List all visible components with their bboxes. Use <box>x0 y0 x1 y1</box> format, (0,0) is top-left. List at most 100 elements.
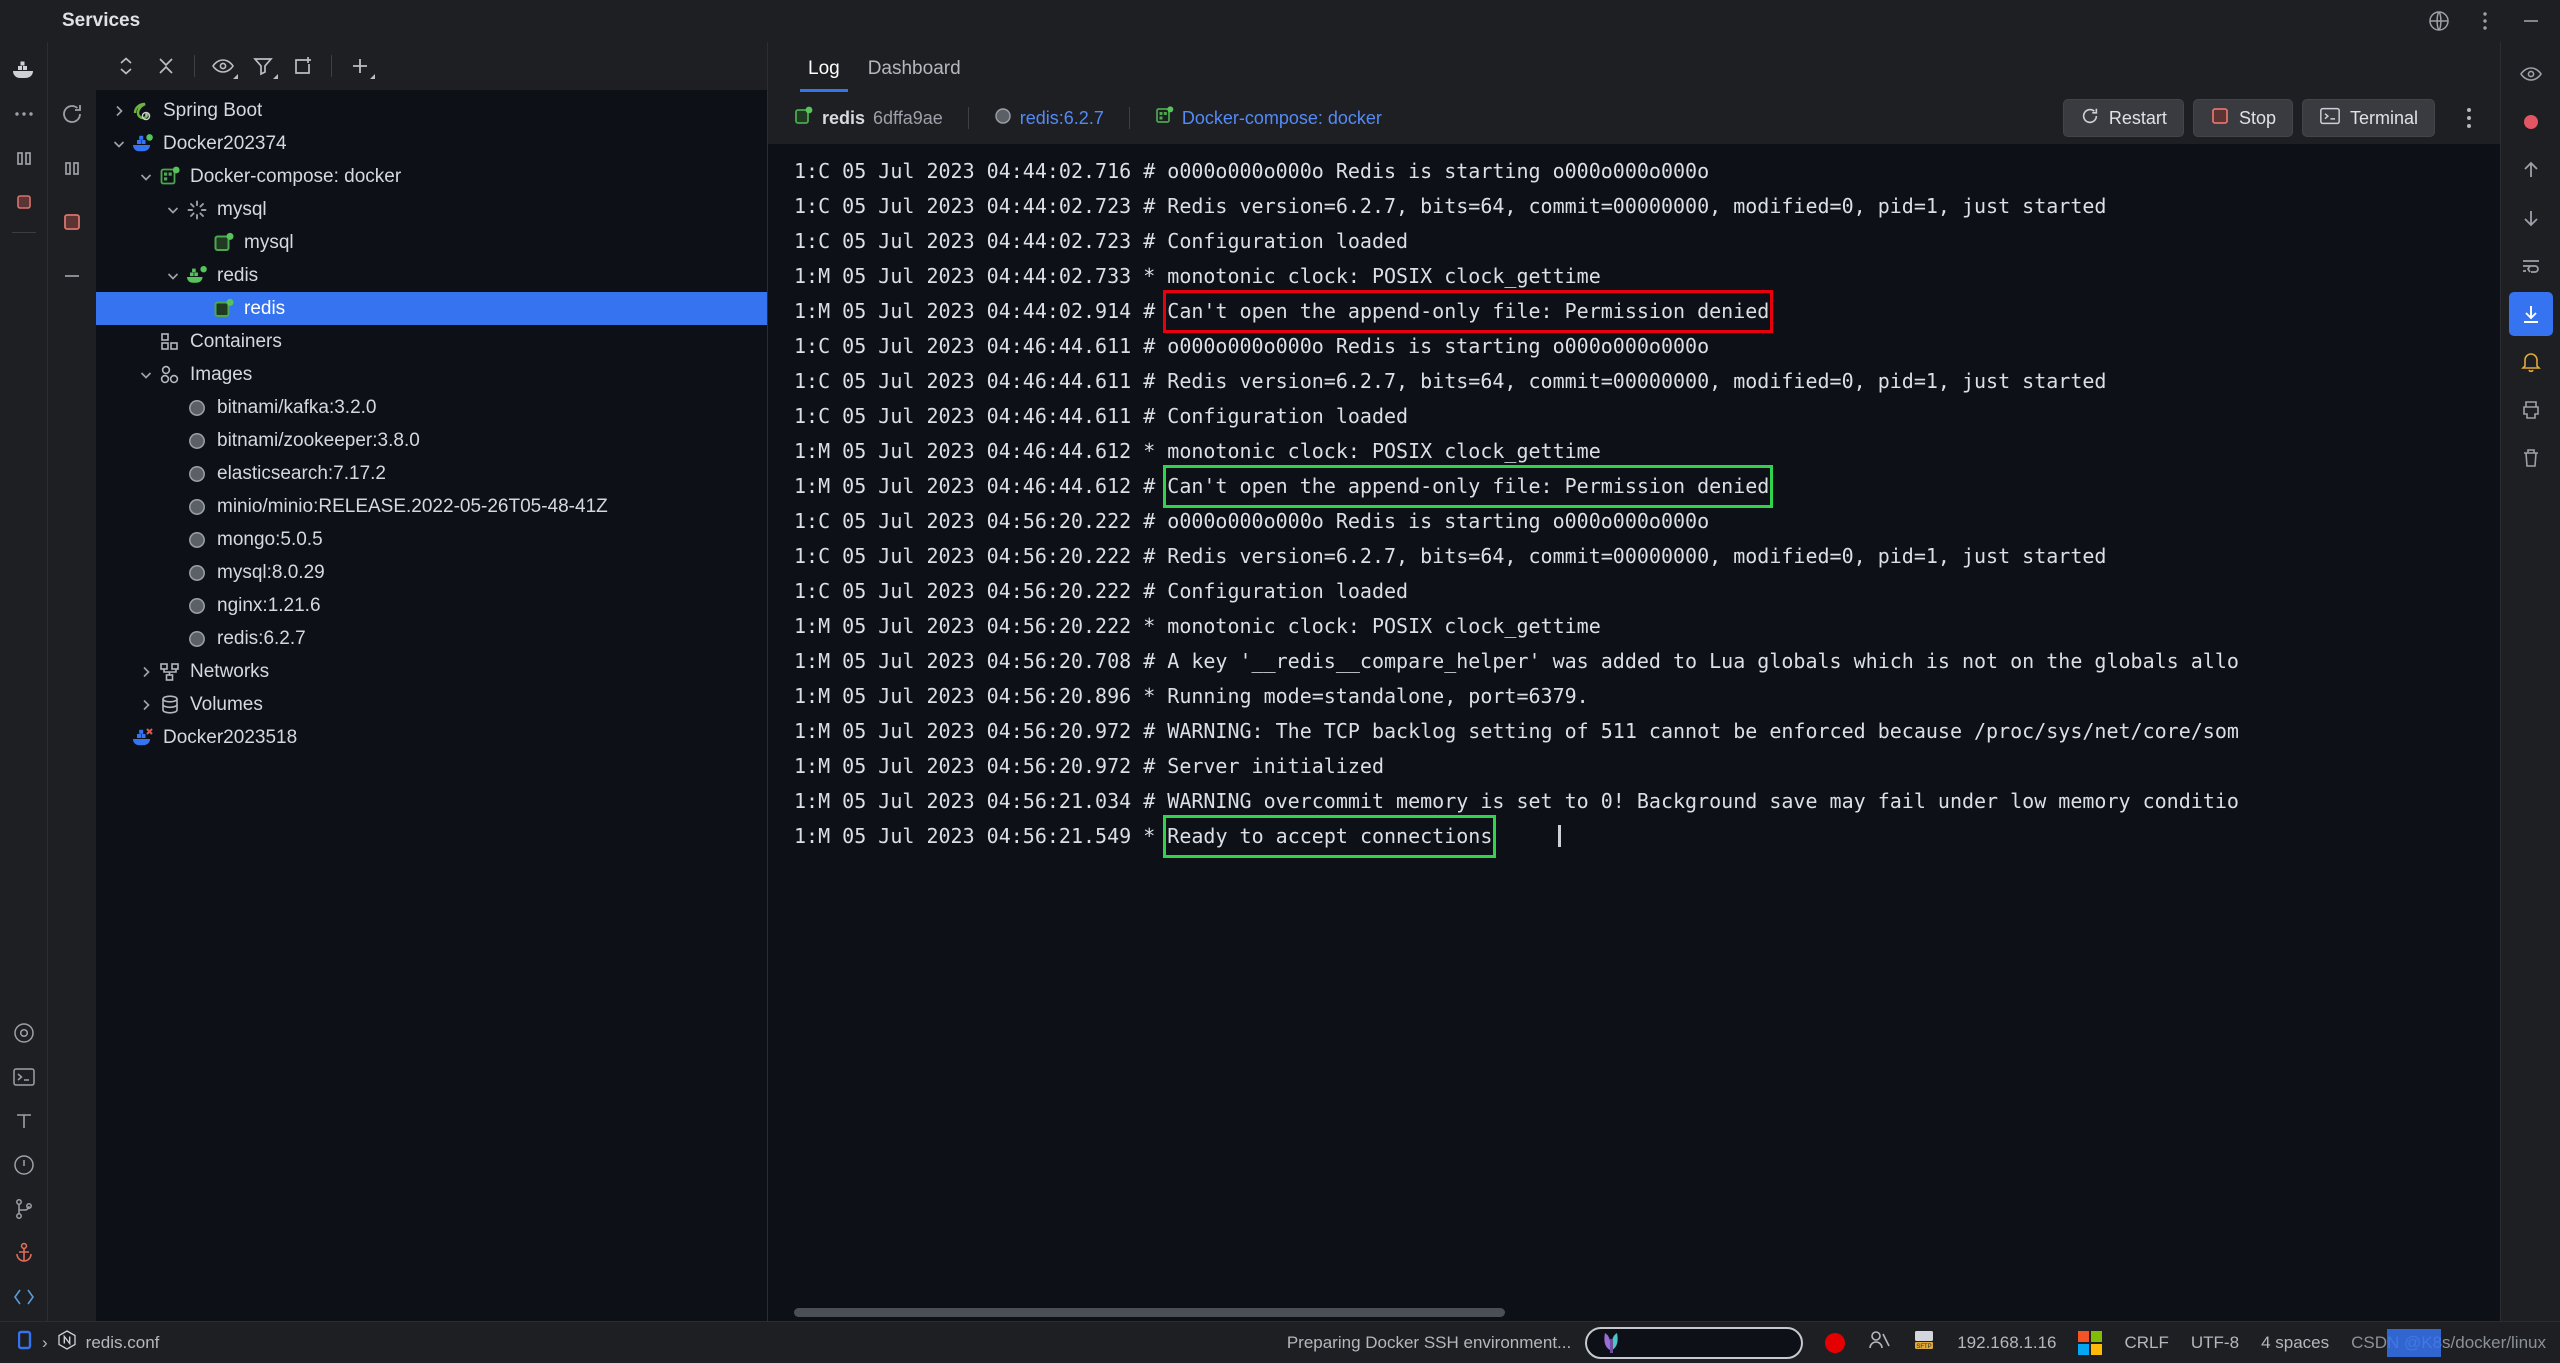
filter-icon[interactable] <box>243 46 283 86</box>
record-icon[interactable] <box>2509 100 2553 144</box>
chevron-down-icon[interactable] <box>162 199 184 221</box>
collapse-all-icon[interactable] <box>146 46 186 86</box>
scroll-down-icon[interactable] <box>2509 196 2553 240</box>
tree-item-bitnami-zookeeper-3-8-0[interactable]: bitnami/zookeeper:3.8.0 <box>96 424 767 457</box>
compose-icon <box>157 166 183 188</box>
tree-item-mysql[interactable]: mysql <box>96 226 767 259</box>
soft-wrap-icon[interactable] <box>2509 244 2553 288</box>
terminal-icon[interactable] <box>4 1057 44 1097</box>
tree-item-redis[interactable]: redis <box>96 259 767 292</box>
tree-item-elasticsearch-7-17-2[interactable]: elasticsearch:7.17.2 <box>96 457 767 490</box>
log-line: 1:M 05 Jul 2023 04:44:02.733 * monotonic… <box>794 264 1601 288</box>
problems-icon[interactable] <box>4 1145 44 1185</box>
tree-item-mysql-8-0-29[interactable]: mysql:8.0.29 <box>96 556 767 589</box>
no-cast-icon[interactable] <box>1867 1328 1891 1357</box>
tab-log[interactable]: Log <box>794 46 854 92</box>
tree-item-docker2023518[interactable]: Docker2023518 <box>96 721 767 754</box>
delete-icon[interactable] <box>2509 436 2553 480</box>
status-ip[interactable]: 192.168.1.16 <box>1957 1333 2056 1353</box>
watermark: CSDN @K8s/docker/linux <box>2351 1328 2546 1357</box>
image-link[interactable]: redis:6.2.7 <box>1020 108 1104 129</box>
endpoints-icon[interactable] <box>4 1277 44 1317</box>
container-name: redis <box>822 107 866 128</box>
add-tab-icon[interactable] <box>283 46 323 86</box>
tree-item-label: mysql:8.0.29 <box>217 561 325 583</box>
scroll-to-end-icon[interactable] <box>2508 292 2553 336</box>
pause-services-icon[interactable] <box>52 148 92 188</box>
tree-item-label: elasticsearch:7.17.2 <box>217 462 386 484</box>
services-tree[interactable]: Spring Boot Docker202374 Docker-compose: d… <box>96 90 767 1321</box>
compose-link[interactable]: Docker-compose: docker <box>1182 108 1382 129</box>
terminal-button[interactable]: Terminal <box>2301 99 2435 137</box>
git-branch-icon[interactable] <box>4 1189 44 1229</box>
chevron-down-icon[interactable] <box>135 364 157 386</box>
scroll-up-icon[interactable] <box>2509 148 2553 192</box>
docker-whale-icon[interactable] <box>4 50 44 90</box>
chevron-down-icon[interactable] <box>108 133 130 155</box>
status-breadcrumb[interactable]: › redis.conf <box>17 1330 160 1355</box>
horizontal-scrollbar[interactable] <box>794 1308 2410 1317</box>
tree-item-docker-compose-docker[interactable]: Docker-compose: docker <box>96 160 767 193</box>
windows-logo-icon[interactable] <box>2078 1330 2103 1355</box>
chevron-right-icon[interactable] <box>108 100 130 122</box>
status-line-separator[interactable]: CRLF <box>2124 1333 2168 1353</box>
pause-icon[interactable] <box>4 138 44 178</box>
status-encoding[interactable]: UTF-8 <box>2191 1333 2239 1353</box>
settings-icon[interactable] <box>4 1013 44 1053</box>
tree-item-networks[interactable]: Networks <box>96 655 767 688</box>
tree-item-label: mysql <box>244 231 294 253</box>
restart-button[interactable]: Restart <box>2062 99 2184 137</box>
expand-collapse-icon[interactable] <box>106 46 146 86</box>
typography-icon[interactable] <box>4 1101 44 1141</box>
spinner-icon <box>184 199 210 221</box>
tree-item-bitnami-kafka-3-2-0[interactable]: bitnami/kafka:3.2.0 <box>96 391 767 424</box>
chevron-right-icon[interactable] <box>135 661 157 683</box>
print-icon[interactable] <box>2509 388 2553 432</box>
anchor-icon[interactable] <box>4 1233 44 1273</box>
tree-item-docker202374[interactable]: Docker202374 <box>96 127 767 160</box>
eye-icon[interactable] <box>203 46 243 86</box>
tree-item-mysql[interactable]: mysql <box>96 193 767 226</box>
tree-item-mongo-5-0-5[interactable]: mongo:5.0.5 <box>96 523 767 556</box>
breadcrumb: redis 6dffa9ae redis:6.2.7 Docker-compos… <box>794 106 1382 131</box>
globe-icon[interactable] <box>2426 8 2452 34</box>
chevron-down-icon <box>233 74 238 79</box>
minimize-services-icon[interactable] <box>52 256 92 296</box>
chevron-down-icon[interactable] <box>135 166 157 188</box>
tree-item-label: bitnami/zookeeper:3.8.0 <box>217 429 420 451</box>
tree-item-volumes[interactable]: Volumes <box>96 688 767 721</box>
plus-icon[interactable] <box>340 46 380 86</box>
chevron-down-icon[interactable] <box>162 265 184 287</box>
content-tabs[interactable]: Log Dashboard <box>768 42 2500 92</box>
tree-item-redis-6-2-7[interactable]: redis:6.2.7 <box>96 622 767 655</box>
stop-icon[interactable] <box>4 182 44 222</box>
progress-indicator[interactable] <box>1585 1326 1804 1359</box>
tree-item-label: mysql <box>217 198 267 220</box>
stop-services-icon[interactable] <box>52 202 92 242</box>
stop-button[interactable]: Stop <box>2192 99 2293 137</box>
status-file-name[interactable]: redis.conf <box>86 1333 160 1353</box>
spring-boot-icon <box>130 100 156 122</box>
log-line-prefix: 1:M 05 Jul 2023 04:44:02.914 # <box>794 299 1168 323</box>
chevron-right-icon[interactable] <box>135 694 157 716</box>
tree-item-images[interactable]: Images <box>96 358 767 391</box>
tab-dashboard[interactable]: Dashboard <box>854 46 975 92</box>
recording-icon[interactable] <box>1825 1332 1846 1353</box>
more-vertical-icon[interactable] <box>2472 8 2498 34</box>
tree-item-label: Docker-compose: docker <box>190 165 402 187</box>
status-task-label: Preparing Docker SSH environment... <box>1286 1332 1572 1352</box>
sftp-icon[interactable]: SFTP <box>1913 1329 1935 1356</box>
tree-item-redis[interactable]: redis <box>96 292 767 325</box>
refresh-services-icon[interactable] <box>52 94 92 134</box>
minimize-icon[interactable] <box>2518 8 2544 34</box>
tree-item-containers[interactable]: Containers <box>96 325 767 358</box>
eye-icon[interactable] <box>2509 52 2553 96</box>
more-horizontal-icon[interactable] <box>4 94 44 134</box>
tree-item-minio-minio-release-2022-05-26t05-48-41z[interactable]: minio/minio:RELEASE.2022-05-26T05-48-41Z <box>96 490 767 523</box>
more-options-icon[interactable] <box>2452 99 2486 137</box>
log-viewport[interactable]: 1:C 05 Jul 2023 04:44:02.716 # o000o000o… <box>768 144 2500 1321</box>
notifications-icon[interactable] <box>2509 340 2553 384</box>
tree-item-nginx-1-21-6[interactable]: nginx:1.21.6 <box>96 589 767 622</box>
status-indent[interactable]: 4 spaces <box>2261 1333 2329 1353</box>
tree-item-spring-boot[interactable]: Spring Boot <box>96 94 767 127</box>
